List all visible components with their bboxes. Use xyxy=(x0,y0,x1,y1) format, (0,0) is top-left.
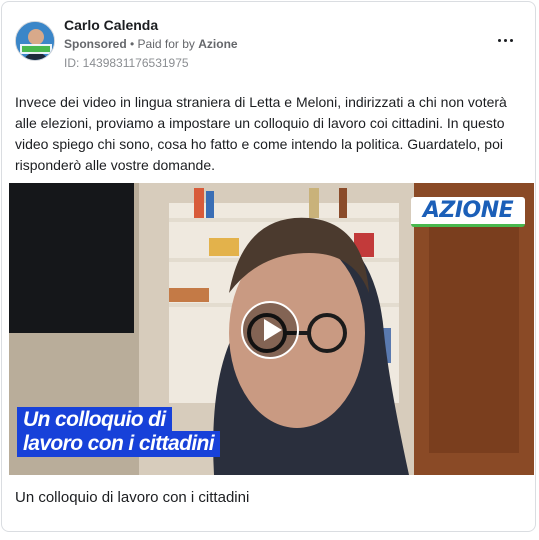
paid-by-link[interactable]: Azione xyxy=(198,37,237,51)
caption-line-2-a: lavoro con i xyxy=(23,432,139,455)
paid-for-prefix: • Paid for by xyxy=(126,37,199,51)
author-name[interactable]: Carlo Calenda xyxy=(64,17,158,33)
sponsored-line: Sponsored • Paid for by Azione xyxy=(64,37,238,51)
azione-logo: AZIONE xyxy=(411,197,525,227)
video-player[interactable]: AZIONE Un colloquio di lavoro con i citt… xyxy=(9,183,534,475)
play-icon[interactable] xyxy=(241,301,299,359)
link-title[interactable]: Un colloquio di lavoro con i cittadini xyxy=(15,489,249,506)
more-horizontal-icon xyxy=(497,38,513,42)
more-options-button[interactable] xyxy=(495,30,515,50)
ad-id: ID: 1439831176531975 xyxy=(64,56,189,70)
avatar[interactable] xyxy=(15,21,55,61)
sponsored-label: Sponsored xyxy=(64,37,127,51)
caption-line-2-b: cittadini xyxy=(138,432,215,455)
caption-line-1: Un colloquio di xyxy=(17,407,172,433)
ad-card: Carlo Calenda Sponsored • Paid for by Az… xyxy=(1,1,536,532)
post-text: Invece dei video in lingua straniera di … xyxy=(15,94,507,173)
caption-line-2: lavoro con i cittadini xyxy=(17,431,221,457)
